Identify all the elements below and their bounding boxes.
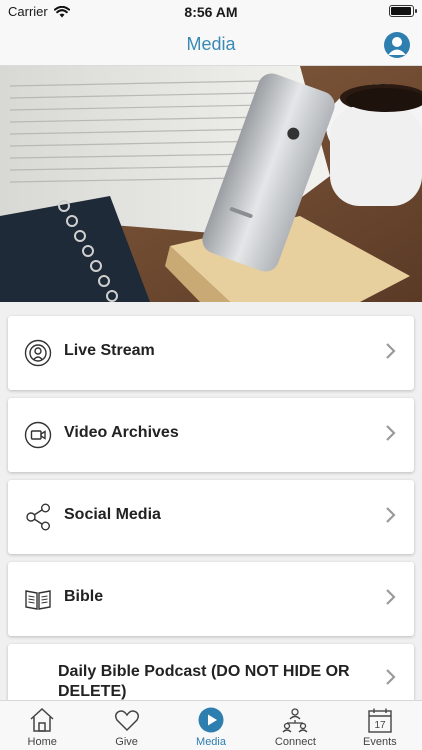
play-icon (198, 707, 224, 733)
chevron-right-icon (386, 343, 396, 359)
calendar-date: 17 (374, 720, 386, 731)
menu-item-label: Social Media (64, 506, 161, 523)
navigation-bar: Media (0, 24, 422, 66)
tab-bar: Home Give Media Connect 17 Events (0, 700, 422, 750)
menu-item-label: Daily Bible Podcast (DO NOT HIDE OR DELE… (58, 663, 350, 700)
video-camera-icon (24, 421, 52, 449)
menu-item-social-media[interactable]: Social Media (8, 480, 414, 554)
page-title: Media (186, 34, 236, 54)
menu-item-daily-bible-podcast[interactable]: Daily Bible Podcast (DO NOT HIDE OR DELE… (8, 644, 414, 706)
calendar-icon: 17 (368, 708, 392, 733)
heart-icon (114, 710, 139, 732)
chevron-right-icon (386, 589, 396, 605)
tab-label: Give (115, 736, 138, 748)
home-icon (30, 707, 54, 732)
tab-home[interactable]: Home (0, 701, 84, 750)
hero-image (0, 66, 422, 302)
user-avatar-icon (388, 37, 406, 55)
tab-connect[interactable]: Connect (253, 701, 337, 750)
tab-label: Events (363, 736, 397, 748)
tab-label: Connect (274, 736, 316, 748)
tab-events[interactable]: 17 Events (338, 701, 422, 750)
chevron-right-icon (386, 507, 396, 523)
people-icon (282, 708, 308, 733)
tab-give[interactable]: Give (84, 701, 168, 750)
menu-item-live-stream[interactable]: Live Stream (8, 316, 414, 390)
media-menu: Live Stream Video Archives Social Media (8, 316, 414, 714)
menu-item-label: Video Archives (64, 424, 179, 441)
clock: 8:56 AM (184, 4, 238, 20)
hero-photo (0, 66, 422, 302)
menu-item-label: Live Stream (64, 342, 155, 359)
battery-level (391, 7, 411, 15)
tab-media[interactable]: Media (169, 701, 253, 750)
battery-icon (389, 5, 417, 17)
tab-label: Media (196, 736, 226, 748)
chevron-right-icon (386, 425, 396, 441)
tab-label: Home (27, 736, 57, 748)
chevron-right-icon (386, 669, 396, 685)
menu-item-label: Bible (64, 588, 104, 605)
book-icon (25, 590, 51, 610)
status-bar: Carrier 8:56 AM (0, 0, 422, 24)
menu-item-bible[interactable]: Bible (8, 562, 414, 636)
share-icon (26, 503, 51, 531)
live-stream-icon (24, 339, 52, 367)
menu-item-video-archives[interactable]: Video Archives (8, 398, 414, 472)
profile-button[interactable] (384, 32, 410, 58)
